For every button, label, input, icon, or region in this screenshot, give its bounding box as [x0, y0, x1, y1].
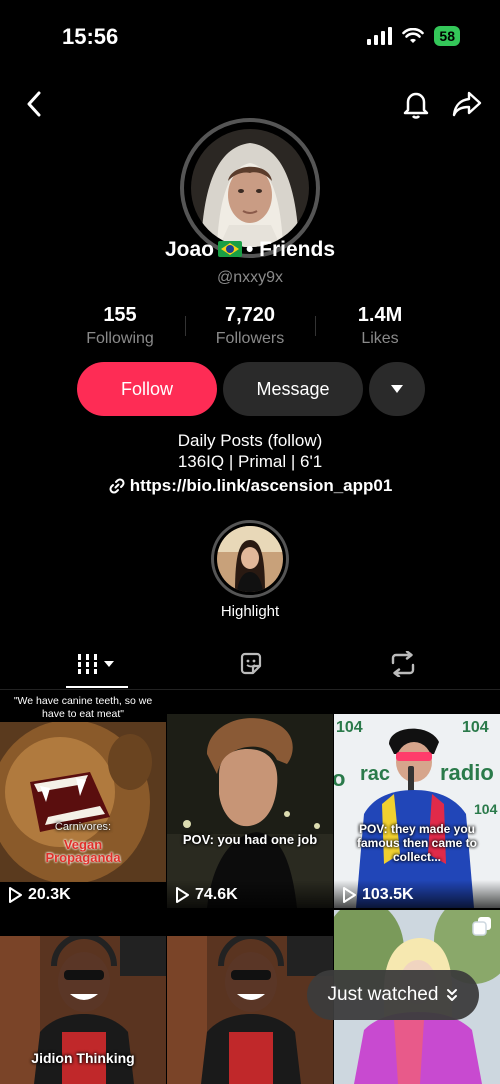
- highlight-thumbnail: [217, 526, 283, 592]
- sticker-icon: [240, 652, 262, 675]
- video-caption: Jidion Thinking: [31, 1050, 135, 1066]
- stat-value: 155: [103, 304, 137, 326]
- back-icon[interactable]: [20, 86, 48, 122]
- brazil-flag-icon: [217, 241, 242, 257]
- view-count: 74.6K: [175, 886, 238, 904]
- highlight-ring: [211, 520, 289, 598]
- play-icon: [9, 887, 22, 903]
- tab-favorites[interactable]: [226, 640, 276, 688]
- highlight-label: Highlight: [220, 603, 280, 620]
- video-caption: POV: they made you famous then came to c…: [356, 822, 478, 864]
- play-icon: [176, 887, 189, 903]
- status-time: 15:56: [62, 24, 119, 49]
- svg-text:rac: rac: [360, 763, 390, 785]
- bio-link[interactable]: https://bio.link/ascension_app01: [0, 475, 500, 496]
- status-bar: 15:56 58: [0, 0, 500, 74]
- video-thumbnail[interactable]: Jidion Thinking: [0, 936, 166, 1084]
- stat-value: 7,720: [224, 304, 276, 326]
- bio-line-2: 136IQ | Primal | 6'1: [177, 452, 323, 471]
- view-count: 20.3K: [8, 886, 71, 904]
- view-count: 103.5K: [342, 886, 414, 904]
- video-thumbnail[interactable]: "We have canine teeth, so we have to eat…: [0, 690, 166, 908]
- stat-label: Following: [86, 330, 154, 347]
- profile-stats: 155 Following 7,720 Followers 1.4M Likes: [60, 304, 440, 348]
- bio-link-text: https://bio.link/ascension_app01: [129, 476, 393, 495]
- video-caption: Carnivores:: [54, 821, 112, 833]
- profile-actions: Follow Message: [77, 362, 425, 416]
- name-text: Joao: [164, 238, 214, 261]
- video-thumbnail[interactable]: 104 104 o rac radio 104 POV: they made y…: [334, 714, 500, 908]
- svg-text:104: 104: [336, 719, 363, 736]
- share-icon[interactable]: [450, 86, 484, 122]
- just-watched-label: Just watched: [327, 984, 439, 1005]
- bio: Daily Posts (follow) 136IQ | Primal | 6'…: [0, 430, 500, 496]
- status-icons: 58: [367, 26, 460, 46]
- video-top-text: "We have canine teeth, so we have to eat…: [13, 695, 153, 720]
- svg-text:o: o: [334, 766, 345, 791]
- message-button[interactable]: Message: [223, 362, 363, 416]
- active-tab-indicator: [66, 686, 128, 688]
- battery-indicator: 58: [434, 26, 460, 46]
- stat-divider: [314, 316, 316, 336]
- profile-handle: @nxxy9x: [216, 269, 284, 286]
- double-chevron-down-icon: [447, 989, 458, 1001]
- bell-icon[interactable]: [400, 86, 432, 122]
- video-thumbnail[interactable]: POV: you had one job 74.6K: [167, 714, 333, 908]
- tab-videos[interactable]: [66, 640, 128, 688]
- video-caption: POV: you had one job: [182, 832, 318, 847]
- repost-icon: [391, 651, 415, 677]
- signal-icon: [367, 27, 393, 45]
- play-icon: [343, 887, 356, 903]
- profile-name: Joao • Friends: [0, 238, 500, 262]
- follow-button[interactable]: Follow: [77, 362, 217, 416]
- svg-text:radio: radio: [440, 760, 494, 785]
- wifi-icon: [402, 28, 425, 43]
- avatar-ring[interactable]: [180, 118, 320, 258]
- stat-followers[interactable]: 7,720 Followers: [190, 304, 310, 348]
- link-icon: [109, 477, 125, 494]
- tab-reposts[interactable]: [378, 640, 428, 688]
- just-watched-button[interactable]: Just watched: [307, 970, 479, 1020]
- multi-photo-icon: [472, 917, 491, 936]
- video-thumbnail[interactable]: [167, 936, 333, 1084]
- videos-grid-icon: [77, 654, 114, 674]
- stat-label: Followers: [215, 330, 285, 347]
- video-caption-highlight: Vegan Propaganda: [45, 837, 121, 865]
- stat-divider: [184, 316, 186, 336]
- avatar: [191, 129, 309, 247]
- stat-likes[interactable]: 1.4M Likes: [320, 304, 440, 348]
- more-options-button[interactable]: [369, 362, 425, 416]
- svg-text:104: 104: [462, 719, 489, 736]
- name-suffix: • Friends: [245, 238, 336, 261]
- stat-value: 1.4M: [357, 304, 403, 326]
- stat-label: Likes: [361, 330, 399, 347]
- stat-following[interactable]: 155 Following: [60, 304, 180, 348]
- bio-line-1: Daily Posts (follow): [177, 431, 323, 450]
- svg-text:104: 104: [474, 801, 498, 817]
- content-tabs: [0, 640, 500, 690]
- caret-down-icon: [391, 385, 403, 393]
- story-highlight[interactable]: Highlight: [210, 520, 290, 620]
